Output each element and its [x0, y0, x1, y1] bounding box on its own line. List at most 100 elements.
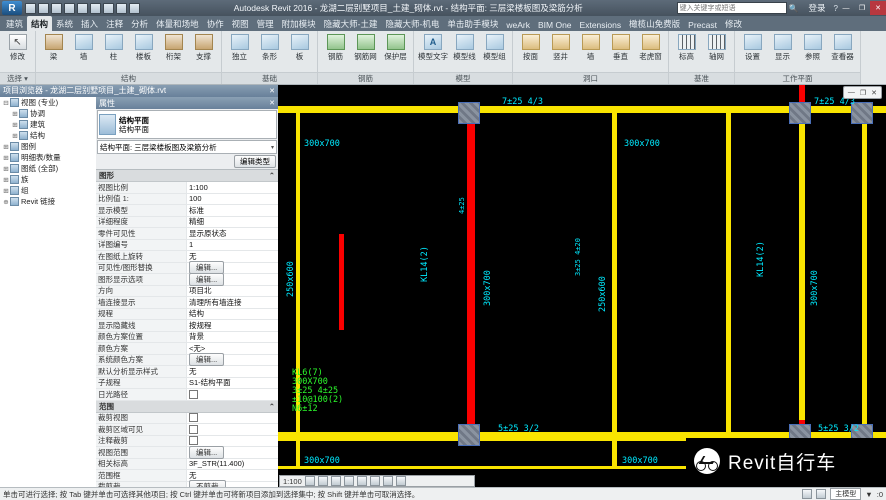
edit-type-button[interactable]: 编辑类型 — [234, 155, 276, 168]
ribbon-button-支撑[interactable]: 支撑 — [189, 33, 218, 63]
beam[interactable] — [862, 106, 867, 469]
ribbon-button-保护层[interactable]: 保护层 — [381, 33, 410, 63]
expand-icon[interactable]: ⊞ — [2, 176, 10, 184]
beam-annotation[interactable]: 5±25 3/2 — [818, 424, 859, 434]
project-browser-titlebar[interactable]: 项目浏览器 - 龙湖二层别墅项目_土建_砌体.rvt ✕ — [0, 84, 278, 97]
tag-icon[interactable] — [103, 3, 114, 14]
expand-icon[interactable]: ⊞ — [2, 187, 10, 195]
expand-icon[interactable]: ⊞ — [11, 110, 19, 118]
property-value[interactable]: 显示原状态 — [187, 228, 278, 239]
ribbon-button-查看器[interactable]: 查看器 — [828, 33, 857, 63]
ribbon-button-轴网[interactable]: 轴网 — [702, 33, 731, 63]
drawing-canvas[interactable]: —❐✕ Revit自行车 1:100 7±25 4/37±25 4/3300x7… — [278, 84, 886, 488]
tree-item-明细表/数量[interactable]: ⊞明细表/数量 — [0, 152, 96, 163]
property-value[interactable]: 无 — [187, 251, 278, 262]
beam-annotation[interactable]: 4±25 — [458, 197, 466, 214]
ribbon-button-桁架[interactable]: 桁架 — [159, 33, 188, 63]
beam-annotation[interactable]: KL14(2) — [420, 246, 430, 282]
tree-item-建筑[interactable]: ⊞建筑 — [0, 119, 96, 130]
property-edit-button[interactable]: 编辑... — [189, 353, 224, 366]
property-value[interactable]: 清理所有墙连接 — [187, 297, 278, 308]
property-value[interactable]: 标准 — [187, 205, 278, 216]
ribbon-button-标高[interactable]: 标高 — [672, 33, 701, 63]
ribbon-tab-建筑[interactable]: 建筑 — [2, 16, 27, 31]
ribbon-tab-BIM One[interactable]: BIM One — [534, 18, 576, 31]
tree-item-图纸 (全部)[interactable]: ⊞图纸 (全部) — [0, 163, 96, 174]
ribbon-button-钢筋[interactable]: 钢筋 — [321, 33, 350, 63]
ribbon-tab-视图[interactable]: 视图 — [228, 16, 253, 31]
expand-icon[interactable]: ⊞ — [2, 165, 10, 173]
save-icon[interactable] — [38, 3, 49, 14]
ribbon-button-老虎窗[interactable]: 老虎窗 — [636, 33, 665, 63]
ribbon-tab-隐藏大师-机电[interactable]: 隐藏大师-机电 — [382, 16, 444, 31]
ribbon-button-模型文字[interactable]: 模型文字 — [417, 33, 449, 63]
close-icon[interactable]: ✕ — [269, 87, 275, 95]
expand-icon[interactable]: ⊟ — [2, 99, 10, 107]
property-value[interactable]: 1 — [187, 240, 278, 249]
ribbon-button-模型组[interactable]: 模型组 — [480, 33, 509, 63]
property-value[interactable]: 背景 — [187, 331, 278, 342]
ribbon-button-模型线[interactable]: 模型线 — [450, 33, 479, 63]
property-edit-button[interactable]: 编辑... — [189, 273, 224, 286]
checkbox[interactable] — [189, 390, 198, 399]
ribbon-tab-体量和场地[interactable]: 体量和场地 — [152, 16, 203, 31]
property-value[interactable]: 按规程 — [187, 320, 278, 331]
ribbon-button-独立[interactable]: 独立 — [225, 33, 254, 63]
reveal-hidden-icon[interactable] — [396, 476, 406, 486]
checkbox[interactable] — [189, 436, 198, 445]
maximize-button[interactable]: ❐ — [854, 1, 870, 15]
search-icon[interactable]: 🔍 — [789, 4, 799, 13]
open-icon[interactable] — [25, 3, 36, 14]
selected-beam[interactable] — [339, 234, 344, 330]
ribbon-tab-单击助手模块[interactable]: 单击助手模块 — [443, 16, 502, 31]
crop-visibility-icon[interactable] — [370, 476, 380, 486]
ribbon-tab-管理[interactable]: 管理 — [253, 16, 278, 31]
view-restore-button[interactable]: ❐ — [860, 89, 866, 97]
ribbon-tab-weArk[interactable]: weArk — [502, 18, 534, 31]
expand-icon[interactable]: ⊞ — [2, 154, 10, 162]
checkbox[interactable] — [189, 413, 198, 422]
ribbon-button-条形[interactable]: 条形 — [255, 33, 284, 63]
ribbon-button-墙[interactable]: 墙 — [69, 33, 98, 63]
properties-section-范围[interactable]: 范围⌃ — [96, 401, 278, 413]
tree-item-协调[interactable]: ⊞协调 — [0, 108, 96, 119]
beam-annotation[interactable]: 7±25 4/3 — [502, 97, 543, 107]
property-value[interactable]: 100 — [187, 194, 278, 203]
ribbon-button-垂直[interactable]: 垂直 — [606, 33, 635, 63]
beam-annotation[interactable]: 5±25 3/2 — [498, 424, 539, 434]
temporary-hide-icon[interactable] — [383, 476, 393, 486]
tree-item-Revit 链接[interactable]: ⊕Revit 链接 — [0, 196, 96, 207]
tree-item-视图 (专业)[interactable]: ⊟视图 (专业) — [0, 97, 96, 108]
ribbon-button-设置[interactable]: 设置 — [738, 33, 767, 63]
design-options-icon[interactable] — [816, 489, 826, 499]
properties-section-图形[interactable]: 图形⌃ — [96, 170, 278, 182]
expand-icon[interactable]: ⊞ — [11, 121, 19, 129]
beam-annotation[interactable]: 250x600 — [286, 261, 296, 297]
tree-item-结构[interactable]: ⊞结构 — [0, 130, 96, 141]
column[interactable] — [458, 424, 480, 446]
ribbon-tab-系统[interactable]: 系统 — [52, 16, 77, 31]
section-icon[interactable] — [116, 3, 127, 14]
ribbon-tab-附加模块[interactable]: 附加模块 — [278, 16, 320, 31]
beam[interactable] — [296, 106, 300, 469]
ribbon-tab-结构[interactable]: 结构 — [27, 16, 52, 31]
detail-level-icon[interactable] — [305, 476, 315, 486]
property-value[interactable]: 结构 — [187, 308, 278, 319]
type-selector[interactable]: 结构平面: 三层梁楼板图及梁筋分析 ▾ — [97, 140, 277, 154]
signin-button[interactable]: 登录 — [809, 2, 826, 14]
ribbon-tab-修改[interactable]: 修改 — [721, 16, 746, 31]
view-minimize-button[interactable]: — — [848, 89, 855, 96]
ribbon-button-修改[interactable]: 修改 — [3, 33, 32, 63]
beam-annotation[interactable]: KL14(2) — [756, 241, 766, 277]
filter-icon[interactable]: ▼ — [865, 490, 872, 499]
tree-item-组[interactable]: ⊞组 — [0, 185, 96, 196]
beam-annotation[interactable]: N6±12 — [292, 404, 318, 414]
ribbon-button-竖井[interactable]: 竖井 — [546, 33, 575, 63]
ribbon-button-钢筋网[interactable]: 钢筋网 — [351, 33, 380, 63]
property-edit-button[interactable]: 编辑... — [189, 446, 224, 459]
beam[interactable] — [612, 106, 617, 469]
property-value[interactable]: 3F_STR(11.400) — [187, 459, 278, 468]
ribbon-tab-协作[interactable]: 协作 — [203, 16, 228, 31]
property-value[interactable]: 无 — [187, 366, 278, 377]
ribbon-button-显示[interactable]: 显示 — [768, 33, 797, 63]
